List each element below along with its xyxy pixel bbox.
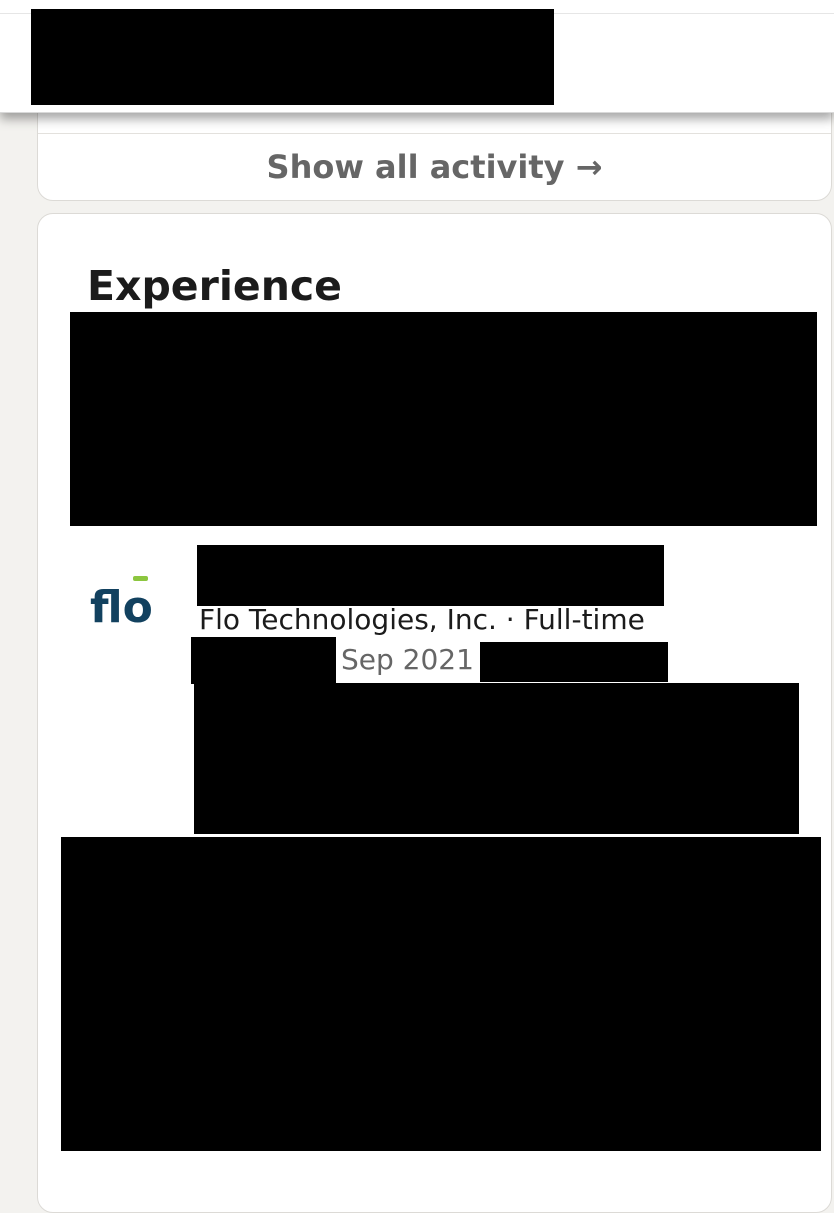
company-logo[interactable]: flo xyxy=(88,570,182,634)
flo-logo-text: flo xyxy=(90,582,153,633)
redacted-experience-entry-2 xyxy=(61,837,821,1151)
redacted-job-description xyxy=(194,683,799,834)
redacted-profile-header xyxy=(31,9,554,105)
redacted-date-prefix xyxy=(191,637,336,684)
show-all-activity-link[interactable]: Show all activity → xyxy=(38,148,831,186)
company-name-and-type: Flo Technologies, Inc. · Full-time xyxy=(199,603,645,636)
profile-sticky-header xyxy=(0,0,834,113)
flo-logo-icon: flo xyxy=(90,576,153,633)
experience-section-title: Experience xyxy=(87,262,342,310)
redacted-date-suffix xyxy=(480,642,668,682)
redacted-experience-entry xyxy=(70,312,817,526)
redacted-job-title xyxy=(197,545,664,606)
activity-divider xyxy=(38,133,831,134)
start-date: Sep 2021 xyxy=(341,643,474,676)
